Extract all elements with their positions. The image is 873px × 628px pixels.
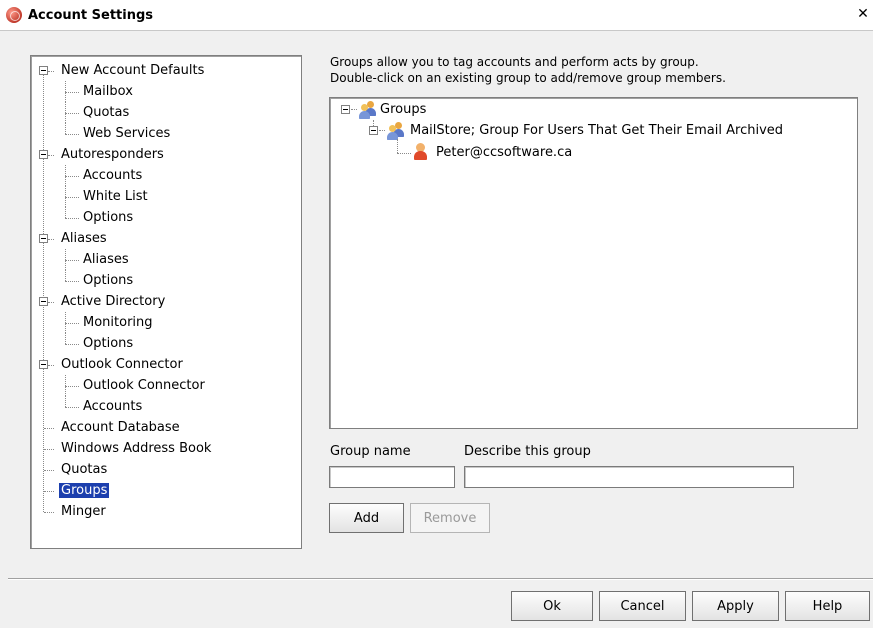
tree-item-label: Account Database [61,420,180,435]
app-icon [6,7,22,23]
tree-item-label: Quotas [61,462,108,477]
tree-item-label: Options [83,210,134,225]
tree-item-label: Web Services [83,126,171,141]
collapse-icon[interactable] [39,150,48,159]
group-name-label: Group name [330,444,411,459]
tree-item-label: Groups [59,483,110,498]
ok-button[interactable]: Ok [511,591,593,621]
group-icon [358,101,376,119]
collapse-groups-icon[interactable] [341,105,350,114]
tree-item-label: Mailbox [83,84,133,99]
tree-item-label: Minger [61,504,106,519]
collapse-icon[interactable] [39,234,48,243]
collapse-icon[interactable] [39,66,48,75]
tree-item-outlook-connector[interactable]: Outlook Connector [59,354,185,375]
tree-item-groups[interactable]: Groups [59,480,110,501]
description-line-1: Groups allow you to tag accounts and per… [330,55,699,69]
user-icon [412,143,430,161]
groups-tree[interactable]: Groups MailStore; Group For Users That G… [329,97,858,429]
tree-item-label: White List [83,189,148,204]
tree-item-aliases[interactable]: Aliases [81,249,131,270]
tree-item-label: Windows Address Book [61,441,212,456]
tree-item-label: Outlook Connector [83,378,205,393]
member-item[interactable]: Peter@ccsoftware.ca [436,143,572,163]
tree-item-outlook-connector[interactable]: Outlook Connector [81,375,207,396]
cancel-button[interactable]: Cancel [599,591,686,621]
apply-button[interactable]: Apply [692,591,779,621]
tree-item-label: Options [83,273,134,288]
tree-item-autoresponders[interactable]: Autoresponders [59,144,166,165]
tree-item-label: Active Directory [61,294,166,309]
tree-item-aliases[interactable]: Aliases [59,228,109,249]
group-name-field[interactable] [329,466,455,488]
tree-item-mailbox[interactable]: Mailbox [81,81,135,102]
tree-item-label: Monitoring [83,315,153,330]
tree-item-options[interactable]: Options [81,270,135,291]
tree-item-windows-address-book[interactable]: Windows Address Book [59,438,213,459]
tree-item-white-list[interactable]: White List [81,186,150,207]
add-button[interactable]: Add [329,503,404,533]
tree-item-label: Accounts [83,168,143,183]
tree-item-accounts[interactable]: Accounts [81,165,144,186]
tree-item-label: New Account Defaults [61,63,205,78]
tree-item-quotas[interactable]: Quotas [81,102,131,123]
tree-item-label: Options [83,336,134,351]
tree-item-options[interactable]: Options [81,207,135,228]
tree-item-options[interactable]: Options [81,333,135,354]
tree-item-accounts[interactable]: Accounts [81,396,144,417]
tree-item-quotas[interactable]: Quotas [59,459,109,480]
tree-item-label: Outlook Connector [61,357,183,372]
tree-item-label: Autoresponders [61,147,164,162]
window-title: Account Settings [28,7,154,23]
title-bar: Account Settings ✕ [0,0,873,31]
tree-item-account-database[interactable]: Account Database [59,417,182,438]
describe-group-label: Describe this group [464,444,591,459]
remove-button[interactable]: Remove [410,503,490,533]
settings-tree[interactable]: New Account Defaults Mailbox Quotas Web Ser… [30,55,302,549]
groups-description: Groups allow you to tag accounts and per… [330,54,726,86]
tree-item-label: Quotas [83,105,130,120]
group-icon [386,122,404,140]
tree-item-active-directory[interactable]: Active Directory [59,291,167,312]
group-item-mailstore[interactable]: MailStore; Group For Users That Get Thei… [410,121,783,141]
collapse-mailstore-icon[interactable] [369,126,378,135]
collapse-icon[interactable] [39,360,48,369]
collapse-icon[interactable] [39,297,48,306]
tree-item-new-account-defaults[interactable]: New Account Defaults [59,60,206,81]
tree-item-monitoring[interactable]: Monitoring [81,312,155,333]
groups-root-label[interactable]: Groups [380,100,426,120]
tree-item-minger[interactable]: Minger [59,501,108,522]
tree-connector [43,70,44,512]
description-line-2: Double-click on an existing group to add… [330,71,726,85]
group-description-field[interactable] [464,466,794,488]
close-icon[interactable]: ✕ [855,6,871,22]
help-button[interactable]: Help [785,591,870,621]
tree-item-label: Aliases [61,231,107,246]
tree-item-label: Accounts [83,399,143,414]
footer-separator [8,578,873,580]
tree-item-label: Aliases [83,252,129,267]
tree-item-web-services[interactable]: Web Services [81,123,172,144]
